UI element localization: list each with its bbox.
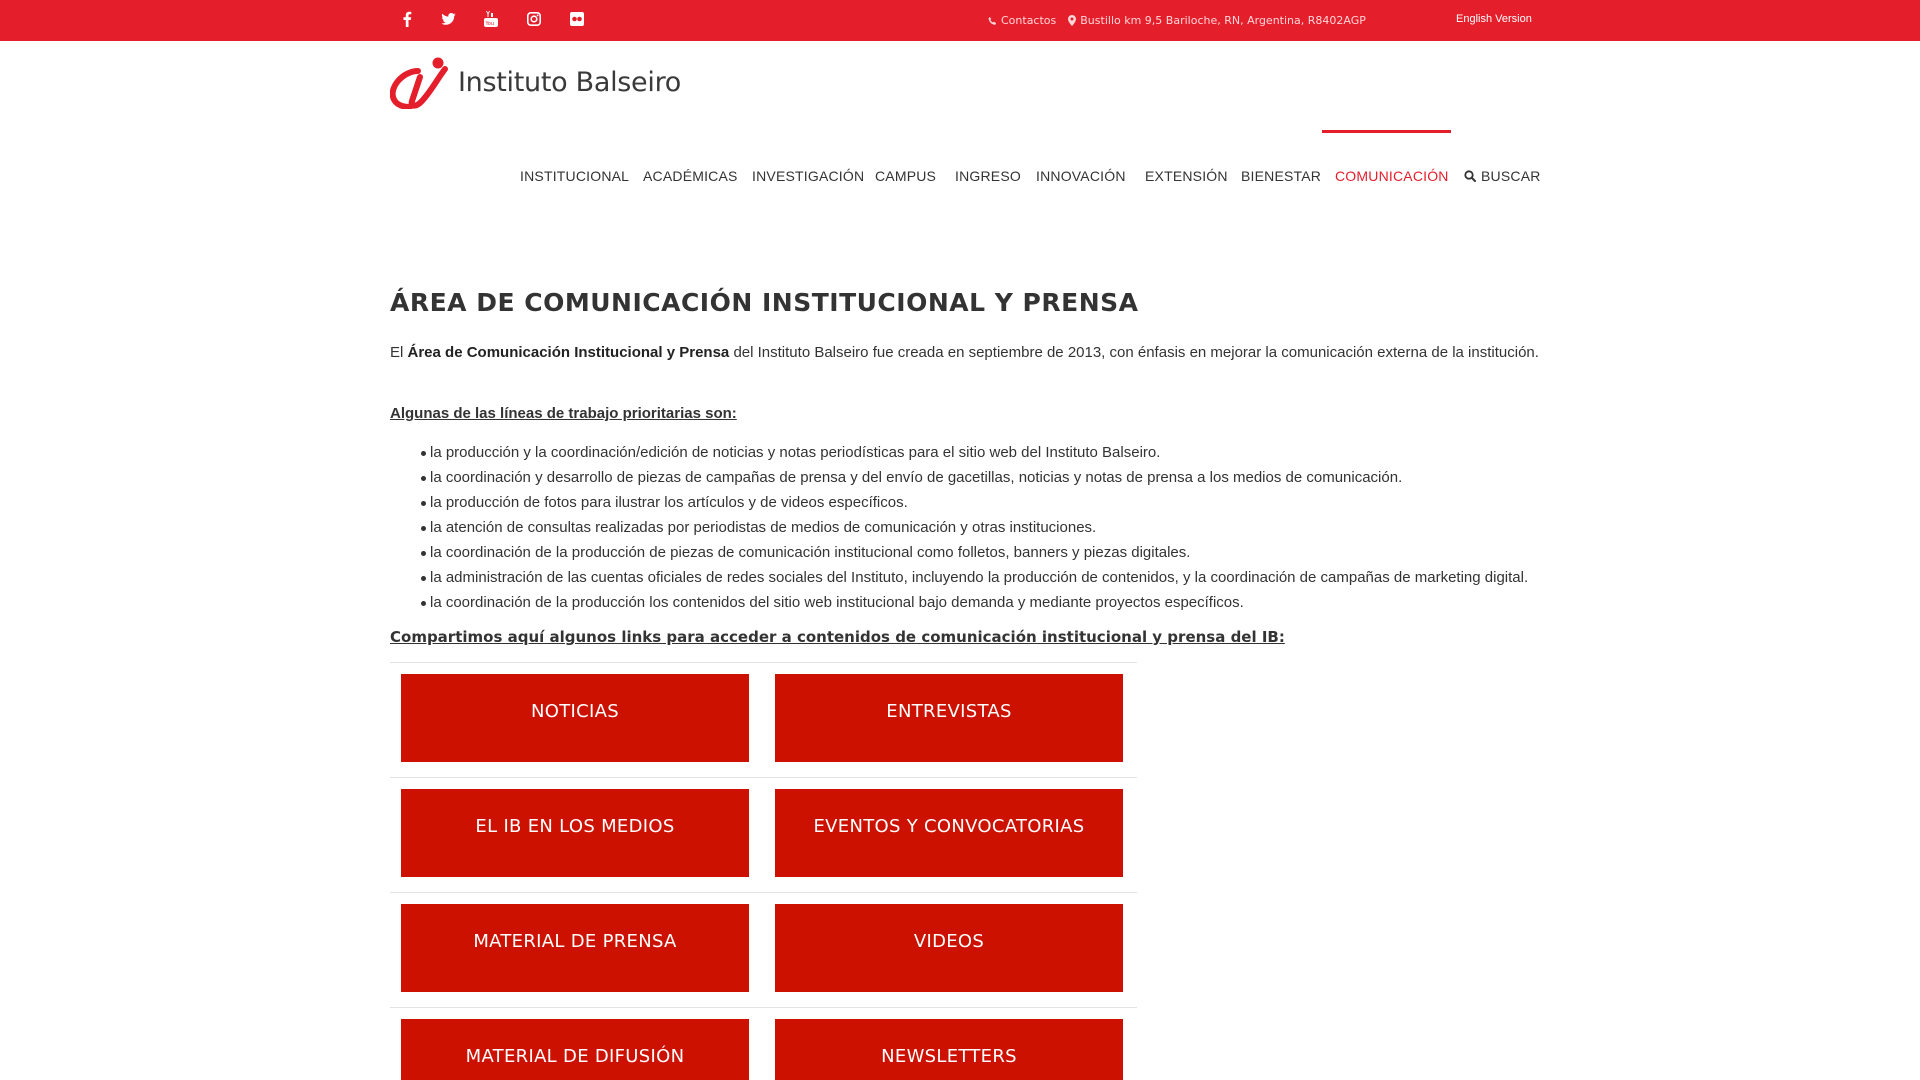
twitter-icon[interactable] — [439, 10, 457, 28]
links-row: EL IB EN LOS MEDIOS EVENTOS Y CONVOCATOR… — [390, 777, 1137, 892]
list-item: la producción de fotos para ilustrar los… — [390, 490, 1550, 515]
links-row: NOTICIAS ENTREVISTAS — [390, 662, 1137, 777]
search-icon — [1464, 170, 1476, 182]
list-item: la coordinación y desarrollo de piezas d… — [390, 465, 1550, 490]
material-de-prensa-button[interactable]: MATERIAL DE PRENSA — [401, 904, 749, 992]
videos-button[interactable]: VIDEOS — [775, 904, 1123, 992]
youtube-icon[interactable]: You — [482, 10, 500, 28]
nav-item-bienestar[interactable]: BIENESTAR — [1241, 168, 1321, 184]
flickr-icon[interactable] — [568, 10, 586, 28]
address: Bustillo km 9,5 Bariloche, RN, Argentina… — [1068, 14, 1366, 27]
nav-item-ingreso[interactable]: INGRESO — [955, 168, 1021, 184]
priorities-list: la producción y la coordinación/edición … — [390, 440, 1550, 615]
main-nav: INSTITUCIONAL ACADÉMICAS INVESTIGACIÓN C… — [0, 130, 1920, 184]
nav-item-investigacion[interactable]: INVESTIGACIÓN — [752, 168, 864, 184]
priorities-heading: Algunas de las líneas de trabajo priorit… — [390, 405, 737, 422]
links-row: MATERIAL DE DIFUSIÓN NEWSLETTERS — [390, 1007, 1137, 1080]
links-grid: NOTICIAS ENTREVISTAS EL IB EN LOS MEDIOS… — [390, 662, 1137, 1080]
svg-text:You: You — [485, 21, 495, 27]
noticias-button[interactable]: NOTICIAS — [401, 674, 749, 762]
instagram-icon[interactable] — [525, 10, 543, 28]
contact-link[interactable]: Contactos — [988, 14, 1056, 27]
nav-item-buscar[interactable]: BUSCAR — [1464, 168, 1541, 184]
english-version-link[interactable]: English Version — [1456, 13, 1532, 25]
material-de-difusion-button[interactable]: MATERIAL DE DIFUSIÓN — [401, 1019, 749, 1080]
eventos-convocatorias-button[interactable]: EVENTOS Y CONVOCATORIAS — [775, 789, 1123, 877]
newsletters-button[interactable]: NEWSLETTERS — [775, 1019, 1123, 1080]
nav-item-innovacion[interactable]: INNOVACIÓN — [1036, 168, 1126, 184]
facebook-icon[interactable] — [398, 10, 416, 28]
list-item: la producción y la coordinación/edición … — [390, 440, 1550, 465]
top-bar: You Contactos Bustillo km 9,5 Bariloche,… — [0, 0, 1920, 41]
nav-item-comunicacion[interactable]: COMUNICACIÓN — [1335, 168, 1449, 184]
nav-item-campus[interactable]: CAMPUS — [875, 168, 936, 184]
entrevistas-button[interactable]: ENTREVISTAS — [775, 674, 1123, 762]
ib-en-los-medios-button[interactable]: EL IB EN LOS MEDIOS — [401, 789, 749, 877]
nav-item-academicas[interactable]: ACADÉMICAS — [643, 168, 738, 184]
logo-mark-icon — [390, 57, 448, 109]
list-item: la coordinación de la producción los con… — [390, 590, 1550, 615]
intro-paragraph: El Área de Comunicación Institucional y … — [390, 344, 1539, 361]
list-item: la coordinación de la producción de piez… — [390, 540, 1550, 565]
page-title: ÁREA DE COMUNICACIÓN INSTITUCIONAL Y PRE… — [390, 288, 1139, 317]
nav-item-extension[interactable]: EXTENSIÓN — [1145, 168, 1228, 184]
links-heading: Compartimos aquí algunos links para acce… — [390, 628, 1285, 646]
links-row: MATERIAL DE PRENSA VIDEOS — [390, 892, 1137, 1007]
intro-bold: Área de Comunicación Institucional y Pre… — [407, 344, 730, 361]
phone-icon — [988, 16, 997, 25]
logo-text: Instituto Balseiro — [458, 67, 681, 98]
list-item: la atención de consultas realizadas por … — [390, 515, 1550, 540]
nav-active-indicator — [1322, 130, 1451, 133]
map-marker-icon — [1068, 15, 1077, 26]
site-logo[interactable]: Instituto Balseiro — [390, 57, 681, 109]
list-item: la administración de las cuentas oficial… — [390, 565, 1550, 590]
nav-item-institucional[interactable]: INSTITUCIONAL — [520, 168, 629, 184]
top-contact-info: Contactos Bustillo km 9,5 Bariloche, RN,… — [988, 14, 1366, 27]
